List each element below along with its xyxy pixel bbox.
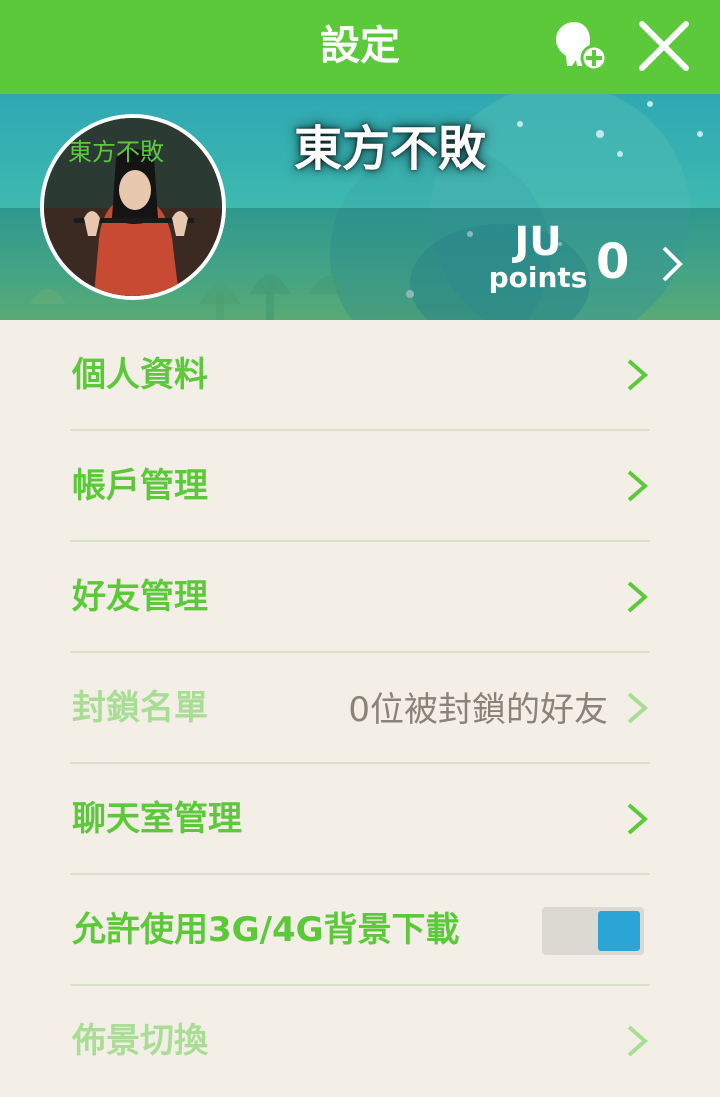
points-text: points	[488, 261, 588, 294]
chevron-right-icon	[627, 470, 648, 502]
menu-item-friends[interactable]: 好友管理	[70, 542, 650, 653]
background-download-toggle[interactable]	[542, 907, 644, 955]
menu-item-label: 佈景切換	[72, 1021, 208, 1061]
menu-item-background-download: 允許使用3G/4G背景下載	[70, 875, 650, 986]
menu-item-label: 允許使用3G/4G背景下載	[72, 910, 460, 950]
menu-item-label: 個人資料	[72, 355, 208, 395]
chevron-right-icon	[627, 692, 648, 724]
add-friend-icon[interactable]	[550, 18, 612, 74]
menu-item-label: 封鎖名單	[72, 688, 208, 728]
chevron-right-icon	[627, 803, 648, 835]
avatar-caption: 東方不敗	[68, 138, 164, 166]
avatar[interactable]: 東方不敗	[40, 114, 226, 300]
blocked-count: 0位被封鎖的好友	[348, 690, 608, 730]
menu-item-account[interactable]: 帳戶管理	[70, 431, 650, 542]
profile-banner: 東方不敗 東方不敗 JU points 0	[0, 94, 720, 320]
menu-item-blocked-list[interactable]: 封鎖名單 0位被封鎖的好友	[70, 653, 650, 764]
settings-menu: 個人資料 帳戶管理 好友管理 封鎖名單 0位被封鎖的好友 聊天室管理 允許使用3…	[0, 320, 720, 1097]
page-title: 設定	[320, 23, 400, 69]
menu-item-label: 聊天室管理	[72, 799, 242, 839]
menu-item-theme[interactable]: 佈景切換	[70, 986, 650, 1097]
menu-item-label: 帳戶管理	[72, 466, 208, 506]
avatar-image: 東方不敗	[44, 118, 222, 296]
chevron-right-icon	[627, 1025, 648, 1057]
ju-text: JU	[514, 219, 562, 265]
chevron-right-icon[interactable]	[658, 244, 686, 284]
ju-points-label: JU points	[488, 222, 588, 294]
chevron-right-icon	[627, 581, 648, 613]
menu-item-chatroom[interactable]: 聊天室管理	[70, 764, 650, 875]
toggle-knob	[598, 911, 640, 951]
points-value: 0	[596, 234, 630, 290]
profile-name: 東方不敗	[293, 121, 486, 177]
menu-item-label: 好友管理	[72, 577, 208, 617]
top-bar: 設定	[0, 0, 720, 94]
close-icon[interactable]	[636, 18, 692, 74]
menu-item-profile[interactable]: 個人資料	[70, 320, 650, 431]
chevron-right-icon	[627, 359, 648, 391]
